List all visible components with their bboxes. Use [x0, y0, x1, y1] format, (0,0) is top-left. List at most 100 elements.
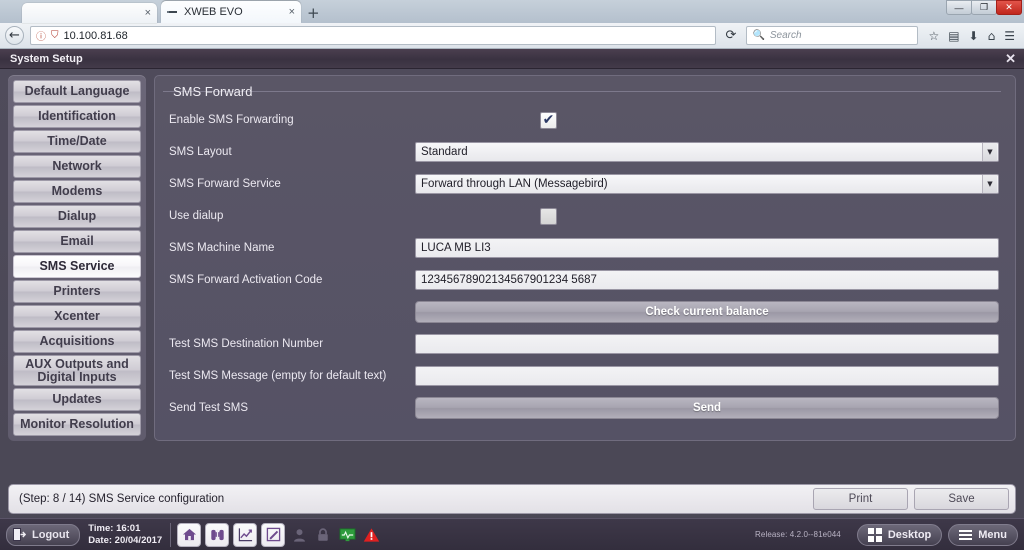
- sidebar-item-monitor-resolution[interactable]: Monitor Resolution: [13, 413, 141, 437]
- sidebar-item-time-date[interactable]: Time/Date: [13, 130, 141, 154]
- menu-hamburger-icon[interactable]: ☰: [1004, 29, 1015, 43]
- user-icon[interactable]: [289, 523, 309, 547]
- form-row-check-balance: Check current balance: [165, 296, 1005, 328]
- sidebar-item-sms-service[interactable]: SMS Service: [13, 255, 141, 279]
- search-placeholder: Search: [769, 30, 802, 41]
- form-row-test-destination: Test SMS Destination Number: [165, 328, 1005, 360]
- sidebar-item-identification[interactable]: Identification: [13, 105, 141, 129]
- enable-sms-forwarding-label: Enable SMS Forwarding: [169, 114, 294, 126]
- form-row-sms-activation-code: SMS Forward Activation Code 123456789021…: [165, 264, 1005, 296]
- sidebar-item-acquisitions[interactable]: Acquisitions: [13, 330, 141, 354]
- hamburger-icon: [959, 529, 973, 540]
- send-button[interactable]: Send: [415, 397, 999, 419]
- form-row-sms-machine-name: SMS Machine Name LUCA MB LI3: [165, 232, 1005, 264]
- home-glyph: [182, 528, 196, 541]
- logout-button[interactable]: Logout: [6, 523, 81, 546]
- sms-forward-service-label: SMS Forward Service: [169, 178, 281, 190]
- warning-triangle-icon[interactable]: [361, 523, 381, 547]
- sms-machine-name-control-cell: LUCA MB LI3: [415, 238, 1005, 258]
- chevron-down-icon[interactable]: ▼: [982, 175, 997, 193]
- sms-layout-select[interactable]: Standard ▼: [415, 142, 999, 162]
- sidebar-item-dialup[interactable]: Dialup: [13, 205, 141, 229]
- menu-label: Menu: [978, 528, 1007, 541]
- logout-label: Logout: [32, 528, 70, 541]
- monitor-pulse-glyph: [339, 527, 356, 541]
- search-bar[interactable]: 🔍 Search: [746, 26, 919, 45]
- desktop-label: Desktop: [887, 528, 932, 541]
- new-tab-button[interactable]: +: [307, 6, 320, 21]
- app-titlebar: System Setup ✕: [0, 49, 1024, 69]
- taskbar: Logout Time: 16:01 Date: 20/04/2017 Rele…: [0, 518, 1024, 550]
- desktop-button[interactable]: Desktop: [856, 523, 943, 546]
- test-sms-destination-number-input[interactable]: [415, 334, 999, 354]
- sms-forward-service-select[interactable]: Forward through LAN (Messagebird) ▼: [415, 174, 999, 194]
- lock-icon[interactable]: [313, 523, 333, 547]
- sidebar-item-label-line1: AUX Outputs and: [25, 356, 129, 371]
- status-bar: (Step: 8 / 14) SMS Service configuration…: [8, 484, 1016, 514]
- enable-control-cell: [415, 111, 1005, 129]
- sidebar-item-email[interactable]: Email: [13, 230, 141, 254]
- sidebar-item-aux-outputs-digital-inputs[interactable]: AUX Outputs and Digital Inputs: [13, 355, 141, 387]
- sidebar-item-network[interactable]: Network: [13, 155, 141, 179]
- sidebar-item-modems[interactable]: Modems: [13, 180, 141, 204]
- reload-icon[interactable]: ⟳: [722, 28, 741, 43]
- browser-chrome: × XWEB EVO × + — ❐ ✕ ← ⓘ ⛉ 10.100.81.68 …: [0, 0, 1024, 49]
- tab-close-icon[interactable]: ×: [289, 6, 295, 18]
- sidebar-item-xcenter[interactable]: Xcenter: [13, 305, 141, 329]
- enable-sms-forwarding-checkbox[interactable]: [540, 111, 557, 129]
- maximize-button[interactable]: ❐: [971, 0, 997, 15]
- test-destination-control-cell: [415, 334, 1005, 354]
- print-button[interactable]: Print: [813, 488, 908, 510]
- back-button[interactable]: ←: [5, 26, 24, 45]
- monitor-pulse-icon[interactable]: [337, 523, 357, 547]
- form-row-send-test-sms: Send Test SMS Send: [165, 392, 1005, 424]
- browser-tab-xweb-evo[interactable]: XWEB EVO ×: [161, 1, 301, 23]
- browser-tab-blank[interactable]: ×: [22, 3, 157, 23]
- release-version: Release: 4.2.0--81e044: [755, 530, 841, 539]
- sidebar-item-default-language[interactable]: Default Language: [13, 80, 141, 104]
- test-sms-message-input[interactable]: [415, 366, 999, 386]
- chevron-down-icon[interactable]: ▼: [982, 143, 997, 161]
- fieldset-rule: [163, 91, 1001, 92]
- binoculars-icon[interactable]: [205, 522, 230, 547]
- sms-forward-activation-code-input[interactable]: 12345678902134567901234 5687: [415, 270, 999, 290]
- sms-forward-service-control-cell: Forward through LAN (Messagebird) ▼: [415, 174, 1005, 194]
- content-row: Default Language Identification Time/Dat…: [8, 75, 1016, 441]
- save-button[interactable]: Save: [914, 488, 1009, 510]
- chart-icon[interactable]: [233, 522, 258, 547]
- downloads-icon[interactable]: ⬇: [969, 29, 979, 43]
- home-icon[interactable]: ⌂: [988, 29, 996, 43]
- shield-crossed-icon[interactable]: ⛉: [51, 30, 59, 41]
- sms-layout-label: SMS Layout: [169, 146, 232, 158]
- sms-forward-panel: SMS Forward Enable SMS Forwarding SMS La…: [154, 75, 1016, 441]
- sidebar-item-updates[interactable]: Updates: [13, 388, 141, 412]
- info-circle-icon[interactable]: ⓘ: [36, 28, 46, 43]
- sms-machine-name-input[interactable]: LUCA MB LI3: [415, 238, 999, 258]
- home-icon[interactable]: [177, 522, 202, 547]
- close-icon[interactable]: ✕: [1005, 51, 1016, 67]
- window-controls: — ❐ ✕: [946, 0, 1022, 15]
- test-sms-message-label: Test SMS Message (empty for default text…: [169, 370, 387, 382]
- fieldset-title-label: SMS Forward: [173, 83, 253, 99]
- edit-note-icon[interactable]: [261, 522, 286, 547]
- tab-close-icon[interactable]: ×: [145, 7, 151, 19]
- tray-icons: [177, 522, 381, 547]
- edit-note-glyph: [266, 527, 280, 542]
- check-current-balance-button[interactable]: Check current balance: [415, 301, 999, 323]
- address-bar[interactable]: ⓘ ⛉ 10.100.81.68: [30, 26, 716, 45]
- page-title: System Setup: [10, 52, 83, 65]
- sidebar-item-printers[interactable]: Printers: [13, 280, 141, 304]
- bookmark-star-icon[interactable]: ☆: [928, 29, 939, 43]
- tab-title: XWEB EVO: [184, 6, 243, 18]
- minimize-button[interactable]: —: [946, 0, 972, 15]
- use-dialup-label: Use dialup: [169, 210, 224, 222]
- sms-forward-activation-code-label: SMS Forward Activation Code: [169, 274, 323, 286]
- menu-button[interactable]: Menu: [948, 523, 1018, 546]
- clock-date: Date: 20/04/2017: [88, 534, 163, 546]
- use-dialup-checkbox[interactable]: [540, 207, 557, 225]
- library-icon[interactable]: ▤: [948, 29, 959, 43]
- sms-forward-service-value: Forward through LAN (Messagebird): [421, 178, 608, 190]
- close-window-button[interactable]: ✕: [996, 0, 1022, 15]
- sms-forward-form: Enable SMS Forwarding SMS Layout Standar…: [163, 104, 1005, 424]
- test-sms-destination-number-label: Test SMS Destination Number: [169, 338, 324, 350]
